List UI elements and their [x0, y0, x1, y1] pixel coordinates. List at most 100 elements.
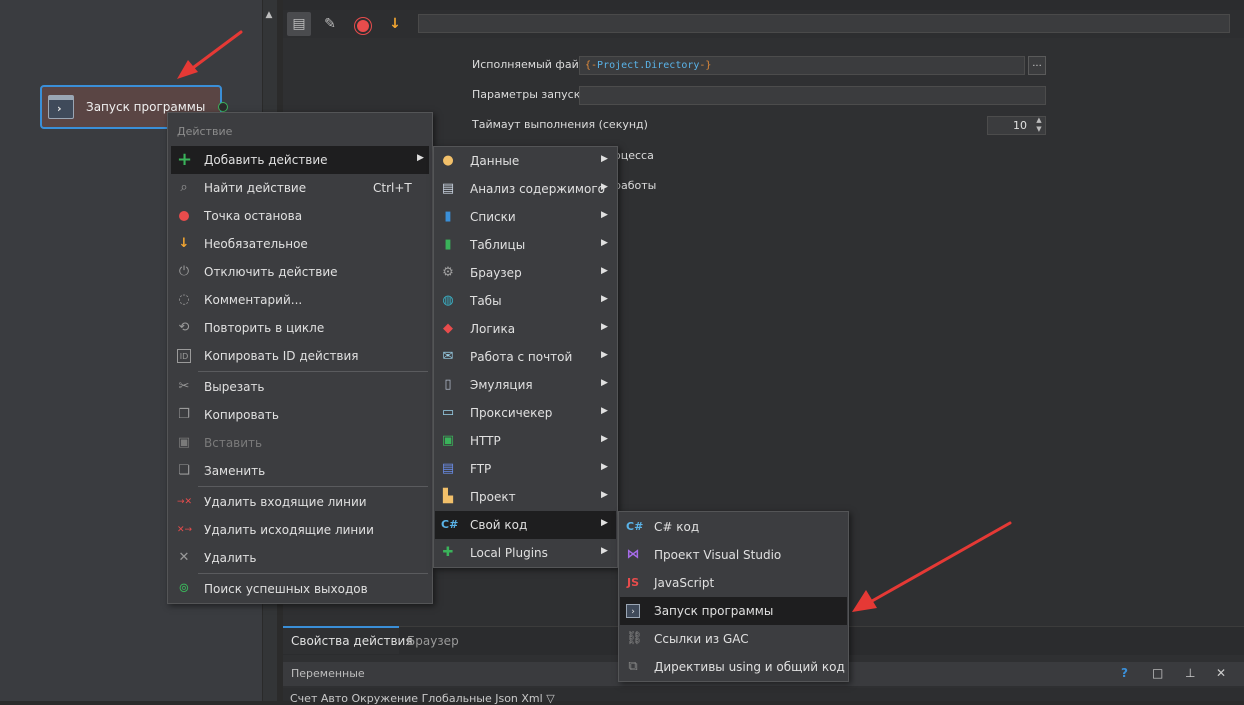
csharp-icon: C# [441, 518, 459, 531]
submenu-arrow-icon: ▶ [601, 378, 608, 388]
menu-item-proxychecker[interactable]: ▭ Проксичекер ▶ [435, 399, 616, 427]
http-icon: ▣ [441, 433, 455, 448]
timeout-label: Таймаут выполнения (секунд) [472, 118, 648, 131]
submenu-add-action: ● Данные ▶ ▤ Анализ содержимого ▶ ▮ Спис… [433, 146, 618, 568]
tab-browser[interactable]: Браузер [407, 634, 459, 648]
menu-item-tables[interactable]: ▮ Таблицы ▶ [435, 231, 616, 259]
context-menu-action: + Добавить действие ▶ ⌕ Найти действие C… [167, 112, 433, 604]
menu-item-ftp[interactable]: ▤ FTP ▶ [435, 455, 616, 483]
menu-item-cut[interactable]: ✂ Вырезать [171, 373, 429, 401]
executable-file-label: Исполняемый файл [472, 58, 586, 71]
pin-icon[interactable]: ⊥ [1185, 666, 1195, 680]
user-data-icon: ● [442, 153, 454, 168]
link-icon: ⛓ [626, 631, 643, 646]
submenu-arrow-icon: ▶ [601, 266, 608, 276]
variables-title: Переменные [291, 667, 365, 680]
mail-icon: ✉ [442, 349, 454, 364]
menu-item-csharp-code[interactable]: C# C# код [620, 513, 847, 541]
directives-icon: ⧉ [628, 659, 638, 674]
tables-icon: ▮ [444, 237, 452, 252]
submenu-arrow-icon: ▶ [601, 406, 608, 416]
remove-outgoing-icon: ✕→ [177, 525, 193, 535]
menu-item-add-action[interactable]: + Добавить действие ▶ [171, 146, 429, 174]
paste-icon: ▣ [177, 435, 191, 450]
submenu-arrow-icon: ▶ [601, 546, 608, 556]
menu-item-optional[interactable]: ↓ Необязательное [171, 230, 429, 258]
properties-view-icon[interactable]: ▤ [287, 12, 311, 36]
search-icon: ⌕ [180, 180, 188, 195]
menu-item-comment[interactable]: ◌ Комментарий... [171, 286, 429, 314]
submenu-arrow-icon: ▶ [417, 153, 424, 163]
menu-item-breakpoint[interactable]: Точка останова [171, 202, 429, 230]
submenu-arrow-icon: ▶ [601, 294, 608, 304]
menu-item-javascript[interactable]: JS JavaScript [620, 569, 847, 597]
ftp-icon: ▤ [441, 461, 455, 476]
comment-icon: ◌ [178, 292, 190, 307]
menu-separator [198, 573, 428, 574]
submenu-arrow-icon: ▶ [601, 434, 608, 444]
replace-icon: ❏ [178, 463, 190, 478]
menu-item-http[interactable]: ▣ HTTP ▶ [435, 427, 616, 455]
menu-item-mail[interactable]: ✉ Работа с почтой ▶ [435, 343, 616, 371]
submenu-arrow-icon: ▶ [601, 210, 608, 220]
menu-item-remove-outgoing[interactable]: ✕→ Удалить исходящие линии [171, 516, 429, 544]
menu-item-disable-action[interactable]: ⏻ Отключить действие [171, 258, 429, 286]
id-icon: ID [177, 349, 191, 363]
timeout-spinner-icon[interactable]: ▲ ▼ [1033, 116, 1045, 135]
submenu-arrow-icon: ▶ [601, 350, 608, 360]
proxy-monitor-icon: ▭ [441, 405, 455, 420]
action-name-input[interactable] [418, 14, 1230, 33]
menu-item-emulation[interactable]: ▯ Эмуляция ▶ [435, 371, 616, 399]
close-icon[interactable]: ✕ [1216, 666, 1226, 680]
breakpoint-toggle-icon[interactable] [351, 12, 375, 36]
menu-item-remove-incoming[interactable]: →✕ Удалить входящие линии [171, 488, 429, 516]
edit-list-icon[interactable]: ✎ [318, 12, 342, 36]
optional-toggle-icon[interactable]: ↓ [383, 12, 407, 36]
scroll-up-icon[interactable]: ▲ [263, 10, 275, 24]
maximize-icon[interactable]: □ [1152, 666, 1163, 680]
variables-tabs-label[interactable]: Счет Авто Окружение Глобальные Json Xml … [290, 692, 555, 705]
menu-item-data[interactable]: ● Данные ▶ [435, 147, 616, 175]
submenu-arrow-icon: ▶ [601, 462, 608, 472]
browse-button[interactable]: ... [1028, 56, 1046, 75]
menu-item-content-analysis[interactable]: ▤ Анализ содержимого ▶ [435, 175, 616, 203]
menu-item-tabs[interactable]: ◍ Табы ▶ [435, 287, 616, 315]
menu-header: Действие [177, 125, 233, 138]
optional-arrow-icon: ↓ [178, 236, 190, 251]
tab-action-properties-label: Свойства действия [291, 634, 413, 648]
menu-item-visual-studio[interactable]: ⋈ Проект Visual Studio [620, 541, 847, 569]
logic-icon: ◆ [443, 321, 453, 336]
timeout-value: 10 [1013, 119, 1027, 132]
menu-item-copy[interactable]: ❐ Копировать [171, 401, 429, 429]
menu-item-paste[interactable]: ▣ Вставить [171, 429, 429, 457]
launch-params-input[interactable] [579, 86, 1046, 105]
menu-item-browser[interactable]: ⚙ Браузер ▶ [435, 259, 616, 287]
menu-item-delete[interactable]: ✕ Удалить [171, 544, 429, 572]
menu-item-loop[interactable]: ⟲ Повторить в цикле [171, 314, 429, 342]
node-output-port[interactable] [218, 102, 228, 112]
menu-item-run-program[interactable]: › Запуск программы [620, 597, 847, 625]
breakpoint-icon [177, 209, 191, 223]
tabs-globe-icon: ◍ [442, 293, 454, 308]
menu-item-logic[interactable]: ◆ Логика ▶ [435, 315, 616, 343]
run-program-icon: › [626, 604, 640, 618]
csharp-code-icon: C# [626, 520, 644, 533]
executable-file-value: {-Project.Directory-} [585, 60, 712, 71]
menu-item-replace[interactable]: ❏ Заменить [171, 457, 429, 485]
menu-item-lists[interactable]: ▮ Списки ▶ [435, 203, 616, 231]
launch-params-label: Параметры запуска [472, 88, 588, 101]
content-analysis-icon: ▤ [441, 181, 455, 196]
menu-item-project[interactable]: ▙ Проект ▶ [435, 483, 616, 511]
plugin-icon: ✚ [442, 545, 454, 560]
help-icon[interactable]: ? [1121, 666, 1128, 680]
menu-item-gac-links[interactable]: ⛓ Ссылки из GAC [620, 625, 847, 653]
menu-item-custom-code[interactable]: C# Свой код ▶ [435, 511, 616, 539]
menu-item-find-success[interactable]: ⊚ Поиск успешных выходов [171, 575, 429, 603]
scissors-icon: ✂ [178, 379, 190, 394]
menu-item-copy-id[interactable]: ID Копировать ID действия [171, 342, 429, 370]
process-option-label: оцесса [614, 149, 654, 162]
menu-item-local-plugins[interactable]: ✚ Local Plugins ▶ [435, 539, 616, 567]
menu-item-find-action[interactable]: ⌕ Найти действие Ctrl+T [171, 174, 429, 202]
menu-item-directives[interactable]: ⧉ Директивы using и общий код [620, 653, 847, 681]
browser-gear-icon: ⚙ [442, 265, 454, 280]
